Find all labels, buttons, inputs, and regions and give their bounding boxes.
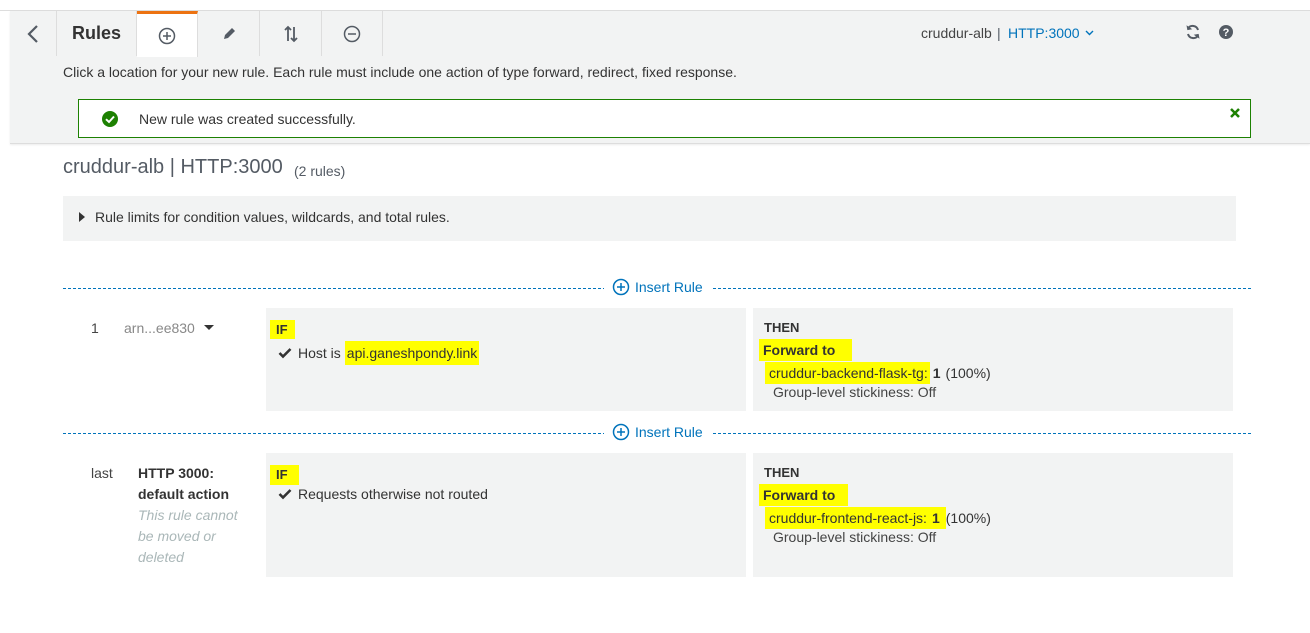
target-weight: 1 bbox=[928, 507, 946, 529]
add-circle-icon bbox=[158, 27, 176, 44]
instruction-text: Click a location for your new rule. Each… bbox=[63, 64, 737, 80]
note-line: deleted bbox=[138, 549, 184, 565]
top-border bbox=[0, 0, 1310, 11]
close-x-icon[interactable] bbox=[1228, 106, 1242, 120]
toolbar-title: Rules bbox=[57, 11, 137, 56]
target-group-row: cruddur-backend-flask-tg: 1 (100%) bbox=[765, 362, 991, 384]
rule-limits-text: Rule limits for condition values, wildca… bbox=[95, 209, 450, 225]
remove-circle-icon bbox=[343, 25, 361, 42]
target-percent: (100%) bbox=[945, 365, 991, 381]
rule-then-panel: THEN Forward to cruddur-backend-flask-tg… bbox=[753, 308, 1233, 411]
condition-prefix: Host is bbox=[298, 345, 341, 361]
action-label: Forward to bbox=[759, 339, 853, 361]
checkmark-icon bbox=[278, 489, 292, 500]
if-label: IF bbox=[270, 465, 299, 485]
target-weight: 1 bbox=[932, 365, 941, 381]
rule-number: last bbox=[91, 465, 113, 481]
caret-right-icon bbox=[79, 212, 85, 222]
pencil-icon bbox=[223, 27, 235, 39]
default-title-line: HTTP 3000: bbox=[138, 465, 214, 481]
note-line: This rule cannot bbox=[138, 507, 238, 523]
rule-condition: Host is api.ganeshpondy.link bbox=[278, 341, 480, 365]
rule-if-panel: IF Host is api.ganeshpondy.link bbox=[266, 308, 746, 411]
default-action-title: HTTP 3000: default action bbox=[138, 463, 229, 505]
svg-text:?: ? bbox=[1223, 27, 1230, 39]
back-chevron-icon bbox=[27, 24, 38, 43]
edit-rules-tab[interactable] bbox=[198, 11, 260, 56]
then-label: THEN bbox=[764, 320, 800, 335]
insert-rule-button[interactable]: Insert Rule bbox=[604, 276, 711, 298]
rules-count: (2 rules) bbox=[294, 163, 346, 179]
load-balancer-name: cruddur-alb bbox=[921, 25, 992, 41]
rule-limits-expander[interactable]: Rule limits for condition values, wildca… bbox=[63, 196, 1236, 241]
insert-rule-label: Insert Rule bbox=[635, 279, 703, 295]
checkmark-icon bbox=[278, 348, 292, 359]
delete-rules-tab[interactable] bbox=[322, 11, 383, 56]
refresh-icon[interactable] bbox=[1184, 23, 1202, 41]
back-button[interactable] bbox=[10, 11, 57, 56]
add-rule-tab[interactable] bbox=[137, 11, 198, 57]
rule-condition: Requests otherwise not routed bbox=[278, 486, 488, 502]
target-group-name[interactable]: cruddur-backend-flask-tg: bbox=[765, 362, 930, 384]
caret-down-icon[interactable] bbox=[204, 325, 214, 330]
insert-rule-label: Insert Rule bbox=[635, 424, 703, 440]
chevron-down-icon bbox=[1085, 30, 1094, 36]
help-icon[interactable]: ? bbox=[1217, 23, 1235, 41]
note-line: be moved or bbox=[138, 528, 216, 544]
reorder-rules-tab[interactable] bbox=[260, 11, 322, 56]
stickiness-text: Group-level stickiness: Off bbox=[773, 384, 937, 400]
action-label: Forward to bbox=[759, 484, 849, 506]
stickiness-text: Group-level stickiness: Off bbox=[773, 529, 937, 545]
success-check-icon bbox=[102, 111, 118, 127]
listener-label: HTTP:3000 bbox=[1008, 25, 1080, 41]
if-label: IF bbox=[270, 320, 295, 339]
listener-selector[interactable]: HTTP:3000 bbox=[1008, 25, 1094, 41]
rule-then-panel: THEN Forward to cruddur-frontend-react-j… bbox=[753, 453, 1233, 577]
rule-if-panel: IF Requests otherwise not routed bbox=[266, 453, 746, 577]
target-group-row: cruddur-frontend-react-js: 1 (100%) bbox=[765, 507, 991, 529]
rules-header-panel: Rules cruddur-alb | HTTP:3000 ? Click a … bbox=[10, 11, 1310, 144]
plus-circle-icon bbox=[612, 423, 630, 441]
condition-text: Requests otherwise not routed bbox=[298, 486, 488, 502]
toolbar-separator: | bbox=[997, 25, 1001, 41]
rule-number: 1 bbox=[91, 320, 99, 336]
alert-message: New rule was created successfully. bbox=[139, 111, 356, 127]
target-group-name[interactable]: cruddur-frontend-react-js: bbox=[765, 507, 929, 529]
condition-value: api.ganeshpondy.link bbox=[344, 341, 480, 365]
reorder-arrows-icon bbox=[283, 25, 298, 42]
page-title: cruddur-alb | HTTP:3000 bbox=[63, 156, 283, 178]
rules-toolbar: Rules cruddur-alb | HTTP:3000 ? bbox=[10, 11, 1310, 57]
default-title-line: default action bbox=[138, 486, 230, 502]
success-alert: New rule was created successfully. bbox=[78, 99, 1251, 138]
default-rule-note: This rule cannot be moved or deleted bbox=[138, 505, 248, 568]
target-percent: (100%) bbox=[945, 510, 991, 526]
then-label: THEN bbox=[764, 465, 800, 480]
insert-rule-button[interactable]: Insert Rule bbox=[604, 421, 711, 443]
plus-circle-icon bbox=[612, 278, 630, 296]
rule-arn[interactable]: arn...ee830 bbox=[124, 320, 195, 336]
